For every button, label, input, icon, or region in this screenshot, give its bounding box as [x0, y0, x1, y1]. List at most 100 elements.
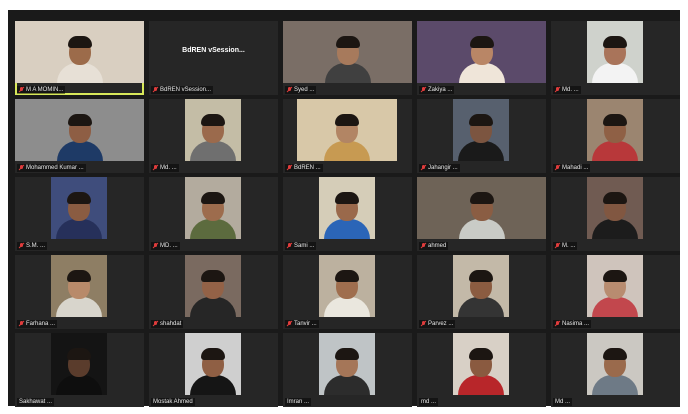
- participant-video: [15, 21, 144, 83]
- muted-mic-icon: [153, 321, 158, 327]
- participant-avatar: [56, 267, 102, 317]
- participant-name-label: Md. ...: [151, 164, 179, 172]
- participant-tile[interactable]: md ...: [417, 333, 546, 407]
- participant-tile[interactable]: Md. ...: [149, 99, 278, 173]
- participant-avatar: [324, 111, 370, 161]
- participant-name-label: ahmed: [419, 242, 449, 250]
- participant-video: [185, 99, 241, 161]
- participant-tile[interactable]: Nasima ...: [551, 255, 680, 329]
- participant-tile[interactable]: S.M. ...: [15, 177, 144, 251]
- participant-name-label: Sakhawat ...: [17, 398, 55, 406]
- participant-tile[interactable]: Parvez ...: [417, 255, 546, 329]
- participant-name-label: Md ...: [553, 398, 573, 406]
- participant-name-label: MD. ...: [151, 242, 180, 250]
- participant-name-label: Sami ...: [285, 242, 317, 250]
- participant-name-label: Zakiya ...: [419, 86, 455, 94]
- participant-tile[interactable]: Mohammed Kumar ...: [15, 99, 144, 173]
- participant-tile[interactable]: MD. ...: [149, 177, 278, 251]
- muted-mic-icon: [19, 321, 24, 327]
- participant-name-label: Parvez ...: [419, 320, 456, 328]
- participant-avatar: [458, 111, 504, 161]
- participant-name: Tanvir ...: [294, 321, 317, 327]
- muted-mic-icon: [555, 165, 560, 171]
- participant-tile[interactable]: shahdat: [149, 255, 278, 329]
- participant-name: M A MOMIN...: [26, 87, 64, 93]
- participant-avatar: [592, 111, 638, 161]
- muted-mic-icon: [287, 243, 292, 249]
- participant-name-label: Mahadi ...: [553, 164, 591, 172]
- participant-video: [51, 255, 107, 317]
- participant-name: Md ...: [555, 399, 571, 405]
- participant-video: [587, 255, 643, 317]
- participant-name: BdREN vSession...: [160, 87, 212, 93]
- participant-video: [319, 177, 375, 239]
- participant-name-label: Nasima ...: [553, 320, 592, 328]
- participant-tile[interactable]: BdREN vSession... BdREN vSession...: [149, 21, 278, 95]
- participant-name: Mahadi ...: [562, 165, 589, 171]
- participant-video: [319, 333, 375, 395]
- participant-name: Mohammed Kumar ...: [26, 165, 84, 171]
- participant-avatar: [592, 189, 638, 239]
- participant-avatar: [458, 345, 504, 395]
- participant-video: [283, 21, 412, 83]
- participant-name-label: BdREN vSession...: [151, 86, 214, 94]
- participant-video: [587, 21, 643, 83]
- participant-name: Jahangir ...: [428, 165, 458, 171]
- participant-avatar: [592, 267, 638, 317]
- participant-avatar: [190, 345, 236, 395]
- participant-avatar: [324, 33, 371, 83]
- muted-mic-icon: [287, 321, 292, 327]
- participant-tile[interactable]: Zakiya ...: [417, 21, 546, 95]
- participant-name-label: shahdat: [151, 320, 184, 328]
- participant-tile[interactable]: ahmed: [417, 177, 546, 251]
- participant-name: Imran ...: [287, 399, 310, 405]
- participant-name-label: md ...: [419, 398, 439, 406]
- participant-avatar: [324, 189, 370, 239]
- participant-name: ahmed: [428, 243, 447, 249]
- participant-name: Mostak Ahmed: [153, 399, 193, 405]
- participant-tile[interactable]: Mahadi ...: [551, 99, 680, 173]
- participant-avatar: [592, 345, 638, 395]
- participant-name: Nasima ...: [562, 321, 590, 327]
- participant-tile[interactable]: BdREN ...: [283, 99, 412, 173]
- participant-tile[interactable]: Tanvir ...: [283, 255, 412, 329]
- participant-avatar: [56, 189, 102, 239]
- muted-mic-icon: [421, 321, 426, 327]
- participant-name-center: BdREN vSession...: [182, 47, 245, 54]
- participant-name: md ...: [421, 399, 437, 405]
- participant-name-label: Mostak Ahmed: [151, 398, 195, 406]
- participant-tile[interactable]: M A MOMIN...: [15, 21, 144, 95]
- participant-name-label: Jahangir ...: [419, 164, 460, 172]
- muted-mic-icon: [287, 165, 292, 171]
- muted-mic-icon: [153, 243, 158, 249]
- participant-name: Farhana ...: [26, 321, 56, 327]
- participant-video: [185, 177, 241, 239]
- participant-tile[interactable]: M. ...: [551, 177, 680, 251]
- participant-tile[interactable]: Jahangir ...: [417, 99, 546, 173]
- participant-tile[interactable]: Mostak Ahmed: [149, 333, 278, 407]
- participant-name: Sami ...: [294, 243, 315, 249]
- participant-tile[interactable]: Md. ...: [551, 21, 680, 95]
- participant-video: [453, 99, 509, 161]
- participant-name-label: Farhana ...: [17, 320, 58, 328]
- participant-video: [319, 255, 375, 317]
- participant-tile[interactable]: Syed ...: [283, 21, 412, 95]
- participant-name: shahdat: [160, 321, 182, 327]
- participant-name: BdREN ...: [294, 165, 321, 171]
- participant-tile[interactable]: Sakhawat ...: [15, 333, 144, 407]
- participant-tile[interactable]: Sami ...: [283, 177, 412, 251]
- participant-name-label: BdREN ...: [285, 164, 323, 172]
- participant-tile[interactable]: Imran ...: [283, 333, 412, 407]
- participant-avatar: [324, 267, 370, 317]
- participant-video: [51, 333, 107, 395]
- participant-avatar: [458, 33, 505, 83]
- participant-avatar: [56, 33, 103, 83]
- participant-name-label: S.M. ...: [17, 242, 48, 250]
- participant-tile[interactable]: Farhana ...: [15, 255, 144, 329]
- participant-avatar: [190, 111, 236, 161]
- muted-mic-icon: [153, 165, 158, 171]
- participant-tile[interactable]: Md ...: [551, 333, 680, 407]
- participant-name-label: Tanvir ...: [285, 320, 319, 328]
- muted-mic-icon: [19, 165, 24, 171]
- participant-video: [51, 177, 107, 239]
